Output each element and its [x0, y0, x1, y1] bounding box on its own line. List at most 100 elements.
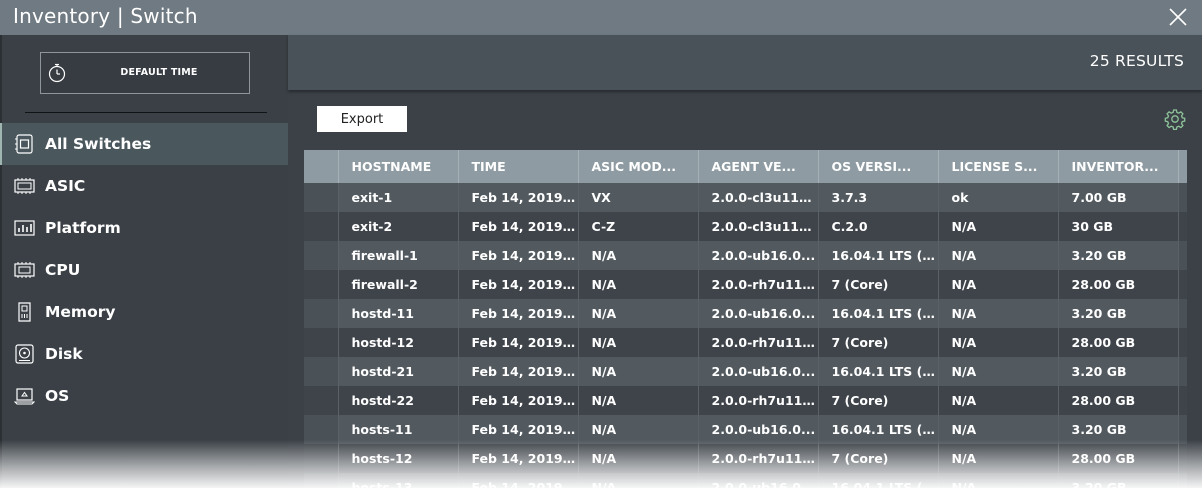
time-cell: Feb 14, 2019, ...	[458, 386, 579, 415]
hostname-cell: exit-2	[338, 212, 459, 241]
table-row[interactable]: firewall-2 Feb 14, 2019, ... N/A 2.0.0-rh7u…	[304, 270, 1187, 299]
license-state-cell: N/A	[938, 357, 1059, 386]
inventory-cell: 3.20 GB	[1058, 299, 1179, 328]
license-state-cell: N/A	[938, 415, 1059, 444]
hostname-cell: hosts-11	[338, 415, 459, 444]
agent-version-cell: 2.0.0-rh7u11~...	[698, 444, 819, 473]
hostname-cell: exit-1	[338, 183, 459, 212]
agent-version-cell: 2.0.0-ub16.0...	[698, 241, 819, 270]
os-version-cell: C.2.0	[818, 212, 939, 241]
row-select-cell[interactable]	[304, 415, 339, 444]
time-cell: Feb 14, 2019, ...	[458, 212, 579, 241]
agent-version-cell: 2.0.0-ub16.0...	[698, 299, 819, 328]
agent-version-cell: 2.0.0-rh7u11~...	[698, 270, 819, 299]
row-select-cell[interactable]	[304, 212, 339, 241]
agent-version-cell: 2.0.0-ub16.0...	[698, 357, 819, 386]
agent-version-cell: 2.0.0-rh7u11~...	[698, 386, 819, 415]
row-spacer-cell	[1178, 299, 1187, 328]
memory-icon	[18, 302, 31, 322]
sidebar-item-label: OS	[45, 387, 70, 405]
disk-icon	[15, 344, 34, 364]
sidebar-item-label: Platform	[45, 219, 121, 237]
row-spacer-cell	[1178, 241, 1187, 270]
hostname-cell: firewall-1	[338, 241, 459, 270]
switch-icon	[15, 134, 33, 154]
row-spacer-cell	[1178, 473, 1187, 488]
sidebar-item-cpu[interactable]: CPU	[2, 249, 290, 291]
column-header-time[interactable]: TIME	[458, 150, 579, 183]
time-cell: Feb 14, 2019, ...	[458, 357, 579, 386]
row-select-cell[interactable]	[304, 473, 339, 488]
select-column-header[interactable]	[304, 150, 339, 183]
table-row[interactable]: hostd-12 Feb 14, 2019, ... N/A 2.0.0-rh7u11…	[304, 328, 1187, 357]
sidebar-item-asic[interactable]: ASIC	[2, 165, 290, 207]
export-button[interactable]: Export	[317, 106, 407, 132]
row-select-cell[interactable]	[304, 444, 339, 473]
results-count: 25 RESULTS	[1089, 52, 1184, 70]
table-row[interactable]: firewall-1 Feb 14, 2019, ... N/A 2.0.0-ub16…	[304, 241, 1187, 270]
table-row[interactable]: hosts-12 Feb 14, 2019, ... N/A 2.0.0-rh7u11…	[304, 444, 1187, 473]
asic-model-cell: N/A	[578, 328, 699, 357]
column-header-inventory[interactable]: INVENTOR...	[1058, 150, 1179, 183]
row-select-cell[interactable]	[304, 183, 339, 212]
main-panel: 25 RESULTS Export HOSTNAME TIME ASIC MOD…	[288, 35, 1202, 488]
row-spacer-cell	[1178, 183, 1187, 212]
results-bar: 25 RESULTS	[288, 35, 1202, 90]
sidebar-nav: All Switches ASIC Platform CPU Memory Di…	[0, 123, 290, 417]
sidebar-item-platform[interactable]: Platform	[2, 207, 290, 249]
column-header-license-state[interactable]: LICENSE S...	[938, 150, 1059, 183]
os-version-cell: 16.04.1 LTS (X...	[818, 241, 939, 270]
os-version-cell: 7 (Core)	[818, 328, 939, 357]
sidebar-item-disk[interactable]: Disk	[2, 333, 290, 375]
agent-version-cell: 2.0.0-ub16.0...	[698, 473, 819, 488]
asic-model-cell: N/A	[578, 270, 699, 299]
table-row[interactable]: hostd-22 Feb 14, 2019, ... N/A 2.0.0-rh7u11…	[304, 386, 1187, 415]
column-header-asic-model[interactable]: ASIC MOD...	[578, 150, 699, 183]
close-icon[interactable]	[1166, 5, 1190, 29]
inventory-cell: 7.00 GB	[1058, 183, 1179, 212]
inventory-cell: 3.20 GB	[1058, 473, 1179, 488]
table-row[interactable]: hosts-11 Feb 14, 2019, ... N/A 2.0.0-ub16.0…	[304, 415, 1187, 444]
row-select-cell[interactable]	[304, 299, 339, 328]
table-row[interactable]: exit-1 Feb 14, 2019, ... VX 2.0.0-cl3u11~..…	[304, 183, 1187, 212]
license-state-cell: N/A	[938, 386, 1059, 415]
table-row[interactable]: hostd-11 Feb 14, 2019, ... N/A 2.0.0-ub16.0…	[304, 299, 1187, 328]
os-version-cell: 7 (Core)	[818, 386, 939, 415]
inventory-cell: 28.00 GB	[1058, 444, 1179, 473]
agent-version-cell: 2.0.0-ub16.0...	[698, 415, 819, 444]
asic-model-cell: N/A	[578, 241, 699, 270]
row-spacer-cell	[1178, 328, 1187, 357]
inventory-cell: 28.00 GB	[1058, 386, 1179, 415]
table-row[interactable]: hostd-21 Feb 14, 2019, ... N/A 2.0.0-ub16.0…	[304, 357, 1187, 386]
row-select-cell[interactable]	[304, 328, 339, 357]
table-header-row: HOSTNAME TIME ASIC MOD... AGENT VE... OS…	[304, 150, 1187, 183]
sidebar-item-label: All Switches	[45, 135, 152, 153]
os-version-cell: 3.7.3	[818, 183, 939, 212]
sidebar-item-label: Memory	[45, 303, 116, 321]
column-header-os-version[interactable]: OS VERSI...	[818, 150, 939, 183]
column-header-hostname[interactable]: HOSTNAME	[338, 150, 459, 183]
row-select-cell[interactable]	[304, 357, 339, 386]
sidebar-item-os[interactable]: OS	[2, 375, 290, 417]
sidebar-item-memory[interactable]: Memory	[2, 291, 290, 333]
asic-model-cell: N/A	[578, 444, 699, 473]
row-select-cell[interactable]	[304, 270, 339, 299]
sidebar-item-all-switches[interactable]: All Switches	[0, 123, 290, 165]
license-state-cell: N/A	[938, 241, 1059, 270]
default-time-label: DEFAULT TIME	[120, 67, 198, 78]
table-row[interactable]: exit-2 Feb 14, 2019, ... C-Z 2.0.0-cl3u11~.…	[304, 212, 1187, 241]
row-select-cell[interactable]	[304, 386, 339, 415]
row-spacer-cell	[1178, 357, 1187, 386]
row-spacer-cell	[1178, 270, 1187, 299]
license-state-cell: N/A	[938, 270, 1059, 299]
column-header-agent-version[interactable]: AGENT VE...	[698, 150, 819, 183]
license-state-cell: N/A	[938, 299, 1059, 328]
sidebar-item-label: Disk	[45, 345, 83, 363]
table-row[interactable]: hosts-13 Feb 14, 2019, ... N/A 2.0.0-ub16.0…	[304, 473, 1187, 488]
sidebar-item-label: ASIC	[45, 177, 86, 195]
default-time-button[interactable]: DEFAULT TIME	[40, 52, 250, 94]
gear-icon[interactable]	[1164, 108, 1186, 130]
os-version-cell: 7 (Core)	[818, 270, 939, 299]
hostname-cell: hostd-11	[338, 299, 459, 328]
row-select-cell[interactable]	[304, 241, 339, 270]
